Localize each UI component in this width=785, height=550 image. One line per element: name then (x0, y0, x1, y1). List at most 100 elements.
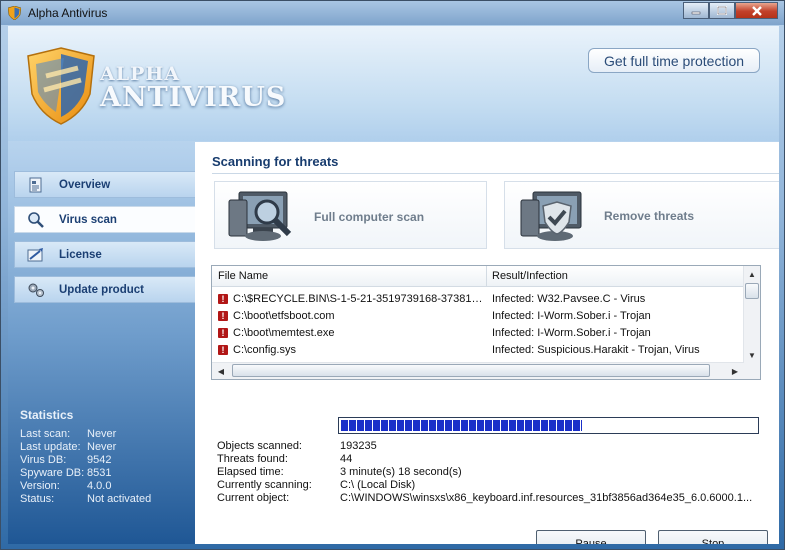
close-icon (751, 5, 762, 16)
scan-progress-fill (341, 420, 582, 431)
alert-icon: ! (218, 328, 228, 338)
file-name-cell: C:\boot\memtest.exe (233, 327, 335, 339)
table-row[interactable]: ! C:\$RECYCLE.BIN\S-1-5-21-3519739168-37… (212, 291, 744, 308)
info-value: 44 (340, 453, 353, 465)
list-header: File Name Result/Infection (212, 266, 744, 287)
sidebar-item-virus-scan[interactable]: Virus scan (14, 206, 202, 233)
table-row[interactable]: ! C:\config.sys Infected: Suspicious.Har… (212, 342, 744, 359)
stat-value: 8531 (87, 467, 112, 479)
stat-row: Status: Not activated (20, 493, 151, 506)
alert-icon: ! (218, 311, 228, 321)
stat-label: Status: (20, 493, 55, 505)
close-button[interactable] (735, 2, 778, 19)
vertical-scrollbar[interactable]: ▲ ▼ (743, 266, 760, 363)
scrollbar-corner (744, 363, 760, 379)
stat-row: Last update: Never (20, 441, 151, 454)
scroll-up-icon[interactable]: ▲ (745, 267, 759, 281)
scroll-left-icon[interactable]: ◀ (214, 364, 228, 378)
result-cell: Infected: W32.Pavsee.C - Virus (492, 293, 646, 305)
stat-row: Version: 4.0.0 (20, 480, 151, 493)
title-bar[interactable]: Alpha Antivirus (1, 1, 784, 25)
sidebar-item-label: Update product (59, 284, 144, 296)
scan-panel: Scanning for threats Full computer scan (195, 142, 779, 544)
get-protection-button[interactable]: Get full time protection (588, 48, 760, 73)
sidebar-item-update-product[interactable]: Update product (14, 276, 195, 303)
stat-value: Not activated (87, 493, 152, 505)
info-label: Objects scanned: (217, 440, 302, 452)
info-value: C:\WINDOWS\winsxs\x86_keyboard.inf.resou… (340, 492, 753, 504)
gears-icon (28, 283, 44, 297)
horizontal-scrollbar[interactable]: ◀ ▶ (212, 362, 744, 379)
stat-label: Last update: (20, 441, 81, 453)
scroll-down-icon[interactable]: ▼ (745, 348, 759, 362)
stop-button[interactable]: Stop (658, 530, 768, 544)
window-controls (683, 2, 778, 20)
info-label: Elapsed time: (217, 466, 284, 478)
full-scan-button[interactable]: Full computer scan (214, 181, 487, 249)
scan-progress-bar (338, 417, 759, 434)
app-shield-icon (8, 6, 21, 20)
info-value: 3 minute(s) 18 second(s) (340, 466, 462, 478)
pause-button[interactable]: Pause (536, 530, 646, 544)
file-name-cell: C:\boot\etfsboot.com (233, 310, 335, 322)
info-value: C:\ (Local Disk) (340, 479, 416, 491)
logo-text-antivirus: ANTIVIRUS (100, 82, 287, 113)
info-label: Threats found: (217, 453, 288, 465)
overview-icon (29, 177, 42, 193)
remove-threats-button[interactable]: Remove threats (504, 181, 779, 249)
page-title: Scanning for threats (212, 154, 339, 169)
magnifier-icon (28, 212, 44, 228)
stat-row: Virus DB: 9542 (20, 454, 151, 467)
stat-row: Last scan: Never (20, 428, 151, 441)
header: ALPHA ANTIVIRUS Get full time protection (8, 26, 779, 141)
result-cell: Infected: Suspicious.Harakit - Trojan, V… (492, 344, 700, 356)
file-name-cell: C:\config.sys (233, 344, 296, 356)
column-header-result[interactable]: Result/Infection (492, 270, 568, 282)
client-area: ALPHA ANTIVIRUS Get full time protection… (8, 26, 779, 544)
sidebar-item-license[interactable]: License (14, 241, 195, 268)
alert-icon: ! (218, 294, 228, 304)
stat-label: Virus DB: (20, 454, 67, 466)
result-cell: Infected: I-Worm.Sober.i - Trojan (492, 327, 651, 339)
maximize-button[interactable] (709, 2, 735, 19)
sidebar-item-overview[interactable]: Overview (14, 171, 195, 198)
info-value: 193235 (340, 440, 377, 452)
window-title: Alpha Antivirus (28, 6, 108, 20)
stat-value: Never (87, 428, 117, 440)
title-divider (212, 173, 779, 174)
remove-threats-label: Remove threats (604, 209, 695, 223)
table-row[interactable]: ! C:\boot\etfsboot.com Infected: I-Worm.… (212, 308, 744, 325)
file-name-cell: C:\$RECYCLE.BIN\S-1-5-21-3519739168-3738… (233, 293, 483, 305)
column-header-file[interactable]: File Name (218, 270, 268, 282)
statistics-title: Statistics (20, 408, 74, 422)
stat-row: Spyware DB: 8531 (20, 467, 151, 480)
column-divider[interactable] (486, 266, 487, 286)
stat-label: Spyware DB: (20, 467, 85, 479)
stat-label: Version: (20, 480, 60, 492)
sidebar-item-label: Overview (59, 179, 111, 191)
sidebar-nav: Overview Virus scan License Update produ… (14, 171, 202, 311)
result-cell: Infected: I-Worm.Sober.i - Trojan (492, 310, 651, 322)
stat-value: Never (87, 441, 117, 453)
minimize-button[interactable] (683, 2, 709, 19)
maximize-icon (717, 6, 727, 15)
stat-value: 4.0.0 (87, 480, 112, 492)
logo-shield-icon (27, 47, 95, 125)
license-icon (27, 248, 43, 262)
info-label: Current object: (217, 492, 290, 504)
computer-scan-icon (228, 191, 292, 241)
full-scan-label: Full computer scan (314, 210, 425, 224)
minimize-icon (691, 11, 701, 14)
table-row[interactable]: ! C:\boot\memtest.exe Infected: I-Worm.S… (212, 325, 744, 342)
sidebar-item-label: License (59, 249, 102, 261)
info-label: Currently scanning: (217, 479, 312, 491)
horizontal-scroll-thumb[interactable] (232, 364, 710, 377)
scroll-right-icon[interactable]: ▶ (728, 364, 742, 378)
stat-label: Last scan: (20, 428, 71, 440)
stat-value: 9542 (87, 454, 112, 466)
alert-icon: ! (218, 345, 228, 355)
sidebar-item-label: Virus scan (59, 214, 117, 226)
vertical-scroll-thumb[interactable] (745, 283, 759, 299)
shield-computer-icon (520, 191, 582, 241)
threat-list[interactable]: File Name Result/Infection ! C:\$RECYCLE… (211, 265, 761, 380)
